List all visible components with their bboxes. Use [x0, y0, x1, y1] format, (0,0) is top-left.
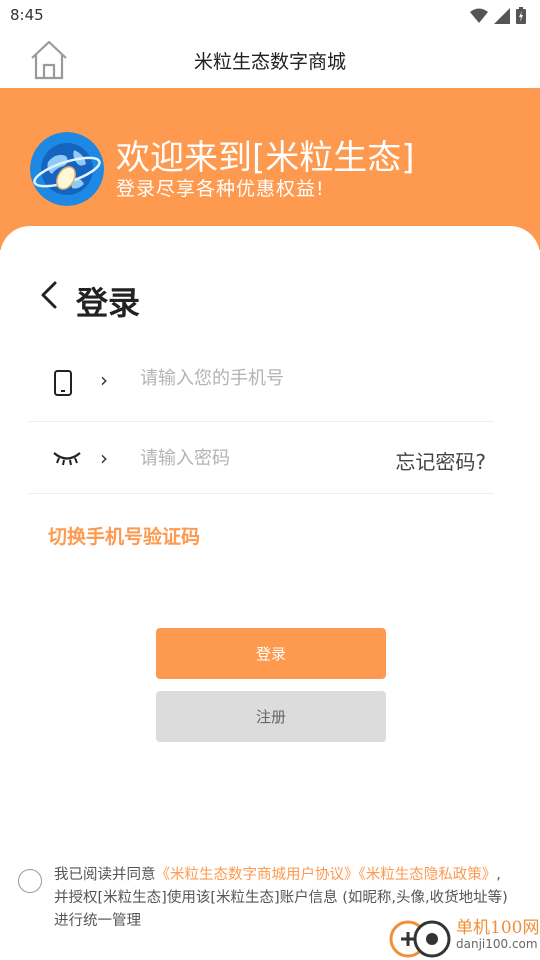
- signal-icon: [494, 7, 510, 24]
- watermark-url: danji100.com: [456, 937, 538, 951]
- watermark-logo-icon: [389, 920, 451, 958]
- password-field: › 忘记密码?: [28, 422, 494, 494]
- privacy-policy-link[interactable]: 《米粒生态隐私政策》: [359, 867, 497, 883]
- status-bar: 8:45: [0, 0, 540, 32]
- watermark: 单机100网 danji100.com: [388, 913, 540, 959]
- phone-field: ›: [28, 344, 494, 422]
- login-card: 登录 › › 忘记密码? 切换手机号验证码 登录 注册 我已阅读并同意《米粒生态…: [0, 226, 540, 960]
- agreement-radio[interactable]: [18, 869, 42, 893]
- switch-to-sms-code-link[interactable]: 切换手机号验证码: [48, 522, 200, 549]
- chevron-right-icon: ›: [100, 446, 108, 470]
- watermark-name: 单机100网: [456, 918, 540, 938]
- password-input[interactable]: [140, 448, 360, 469]
- phone-input[interactable]: [140, 368, 360, 389]
- battery-icon: [516, 7, 526, 24]
- eye-closed-icon[interactable]: [52, 450, 82, 466]
- app-header: 米粒生态数字商城: [0, 32, 540, 88]
- status-time: 8:45: [10, 6, 44, 24]
- welcome-heading: 欢迎来到[米粒生态]: [116, 138, 415, 178]
- forgot-password-link[interactable]: 忘记密码?: [395, 446, 486, 475]
- agreement-prefix: 我已阅读并同意: [54, 867, 156, 883]
- login-title: 登录: [76, 284, 141, 322]
- chevron-left-icon: [41, 281, 57, 309]
- app-title: 米粒生态数字商城: [193, 51, 346, 73]
- chevron-right-icon: ›: [100, 368, 108, 392]
- user-agreement-link[interactable]: 《米粒生态数字商城用户协议》: [156, 867, 359, 883]
- globe-logo-icon: [30, 132, 104, 206]
- back-button[interactable]: [36, 280, 62, 310]
- wifi-icon: [470, 8, 488, 23]
- login-button[interactable]: 登录: [156, 628, 386, 679]
- phone-icon: [54, 370, 72, 396]
- status-icons: [470, 7, 526, 24]
- welcome-subtitle: 登录尽享各种优惠权益!: [116, 178, 325, 200]
- register-button[interactable]: 注册: [156, 691, 386, 742]
